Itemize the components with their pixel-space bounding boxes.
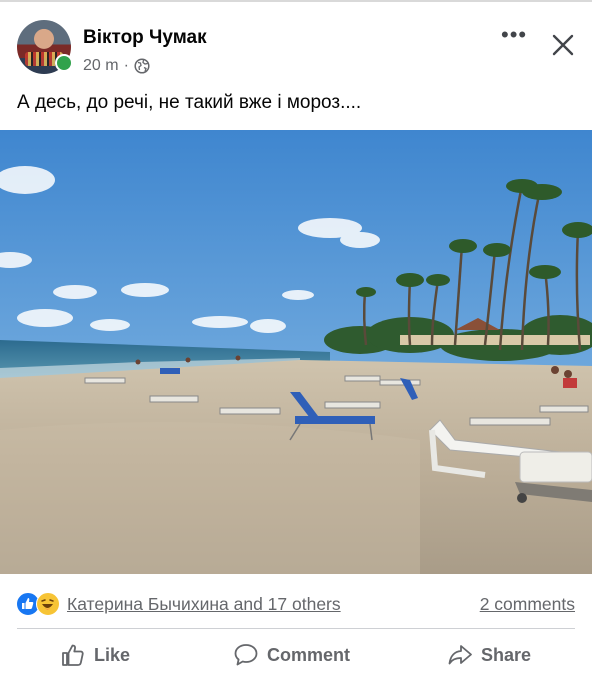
- like-label: Like: [94, 644, 131, 665]
- more-options-icon[interactable]: •••: [501, 24, 527, 46]
- divider: [17, 628, 575, 629]
- post-meta: 20 m ·: [83, 57, 150, 75]
- post-actions: Like Comment Share: [0, 636, 592, 680]
- avatar[interactable]: [17, 20, 73, 74]
- post-time[interactable]: 20 m: [83, 57, 119, 75]
- post-header: Віктор Чумак 20 m · •••: [0, 12, 592, 82]
- post-photo[interactable]: [0, 130, 592, 574]
- beach-photo: [0, 130, 592, 574]
- share-label: Share: [481, 644, 532, 665]
- comments-count[interactable]: 2 comments: [480, 594, 575, 615]
- globe-icon: [134, 58, 150, 74]
- reactions-row: Катерина Бычихина and 17 others 2 commen…: [0, 586, 592, 620]
- share-arrow-icon: [448, 645, 472, 665]
- top-border: [0, 0, 592, 2]
- haha-reaction-icon: [36, 592, 60, 616]
- comment-button[interactable]: Comment: [233, 642, 350, 668]
- post-text: А десь, до речі, не такий вже і мороз...…: [17, 92, 362, 113]
- online-status-dot: [55, 54, 73, 72]
- author-name[interactable]: Віктор Чумак: [83, 27, 207, 49]
- reaction-icons[interactable]: [16, 592, 64, 616]
- share-button[interactable]: Share: [447, 642, 531, 668]
- close-icon[interactable]: [552, 34, 574, 56]
- reactors-summary[interactable]: Катерина Бычихина and 17 others: [67, 594, 341, 615]
- comment-label: Comment: [267, 644, 351, 665]
- like-button[interactable]: Like: [60, 642, 130, 668]
- comment-icon: [234, 644, 258, 666]
- meta-separator: ·: [123, 57, 129, 74]
- thumbs-up-icon: [62, 644, 84, 666]
